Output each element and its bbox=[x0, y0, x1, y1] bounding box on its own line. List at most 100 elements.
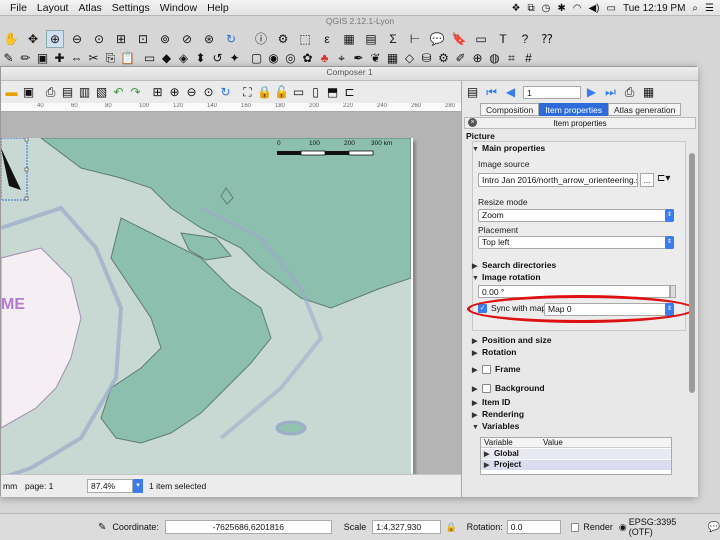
pan-to-selection-icon[interactable]: ✥ bbox=[24, 30, 42, 48]
menu-help[interactable]: Help bbox=[207, 2, 229, 14]
wifi-icon[interactable]: ◠ bbox=[573, 3, 582, 14]
raster-icon[interactable]: ▦ bbox=[385, 49, 400, 67]
export-svg-icon[interactable]: ▥ bbox=[77, 83, 92, 101]
zoom-in-icon[interactable]: ⊕ bbox=[46, 30, 64, 48]
rendering-header[interactable]: ▶ Rendering bbox=[472, 409, 524, 419]
help-icon[interactable]: ? bbox=[516, 30, 534, 48]
lock-icon[interactable]: 🔒 bbox=[257, 83, 272, 101]
export-pdf-icon[interactable]: ▧ bbox=[94, 83, 109, 101]
database-icon[interactable]: ⛁ bbox=[419, 49, 434, 67]
variables-header[interactable]: ▼ Variables bbox=[472, 421, 519, 431]
save-composer-icon[interactable]: ▣ bbox=[21, 83, 36, 101]
undo-icon[interactable]: ↶ bbox=[111, 83, 126, 101]
select-features-icon[interactable]: ⬚ bbox=[296, 30, 314, 48]
frame-checkbox[interactable] bbox=[482, 365, 491, 375]
grass-icon[interactable]: ❦ bbox=[368, 49, 383, 67]
menubar-clock[interactable]: Tue 12:19 PM bbox=[623, 3, 685, 14]
resize-mode-select[interactable]: Zoom ⇕ bbox=[478, 209, 674, 222]
tab-item-properties[interactable]: Item properties bbox=[539, 103, 608, 116]
show-labels-icon[interactable]: ◈ bbox=[176, 49, 191, 67]
zoom-native-icon[interactable]: ⊙ bbox=[90, 30, 108, 48]
new-bookmark-icon[interactable]: 🔖 bbox=[450, 30, 468, 48]
rotation-header[interactable]: ▶ Rotation bbox=[472, 347, 516, 357]
pin-label-icon[interactable]: ◆ bbox=[159, 49, 174, 67]
crs-globe-icon[interactable]: ◉ bbox=[619, 522, 627, 533]
statistics-sum-icon[interactable]: Σ bbox=[384, 30, 402, 48]
open-folder-icon[interactable]: ▬ bbox=[4, 83, 19, 101]
toggle-editing-icon[interactable]: ✏ bbox=[18, 49, 33, 67]
copy-features-icon[interactable]: ⎘ bbox=[103, 49, 118, 67]
messages-icon[interactable]: 💬 bbox=[708, 522, 720, 533]
heatmap-icon[interactable]: ◍ bbox=[487, 49, 502, 67]
crs-status[interactable]: EPSG:3395 (OTF) bbox=[629, 517, 700, 537]
print-icon[interactable]: ⎙ bbox=[43, 83, 58, 101]
coordinate-field[interactable]: -7625686,6201816 bbox=[164, 520, 332, 534]
atlas-first-icon[interactable]: ⏮ bbox=[484, 83, 499, 101]
composer-zoom-out-icon[interactable]: ⊖ bbox=[184, 83, 199, 101]
gps-icon[interactable]: ⌖ bbox=[334, 49, 349, 67]
scale-combo[interactable]: 1:4,327,930 bbox=[372, 520, 442, 534]
dropbox-icon[interactable]: ❖ bbox=[512, 3, 521, 14]
background-header[interactable]: ▶ Background bbox=[472, 383, 545, 394]
add-csw-icon[interactable]: ▢ bbox=[249, 49, 264, 67]
panel-scrollbar[interactable] bbox=[689, 141, 695, 497]
value-column-header[interactable]: Value bbox=[543, 438, 563, 447]
label-icon[interactable]: ▭ bbox=[142, 49, 157, 67]
notification-center-icon[interactable]: ☰ bbox=[705, 3, 714, 14]
action-icon[interactable]: ⚙ bbox=[274, 30, 292, 48]
variables-row-global[interactable]: ▶ Global bbox=[481, 449, 671, 459]
coordinate-toggle-icon[interactable]: ✎ bbox=[98, 522, 106, 533]
text-annotation-icon[interactable]: T bbox=[494, 30, 512, 48]
search-directories-header[interactable]: ▶ Search directories bbox=[472, 260, 556, 270]
identify-icon[interactable]: ⓘ bbox=[252, 30, 270, 48]
item-id-header[interactable]: ▶ Item ID bbox=[472, 397, 510, 407]
attribute-table-icon[interactable]: ▦ bbox=[340, 30, 358, 48]
python-icon[interactable]: ε bbox=[318, 30, 336, 48]
annotation-icon[interactable]: ▭ bbox=[472, 30, 490, 48]
atlas-last-icon[interactable]: ⏭ bbox=[603, 83, 618, 101]
map-tips-icon[interactable]: 💬 bbox=[428, 30, 446, 48]
menu-layout[interactable]: Layout bbox=[37, 2, 69, 14]
composer-refresh-icon[interactable]: ↻ bbox=[218, 83, 233, 101]
menu-file[interactable]: File bbox=[10, 2, 27, 14]
unlock-icon[interactable]: 🔓 bbox=[274, 83, 289, 101]
export-image-icon[interactable]: ▤ bbox=[60, 83, 75, 101]
measure-icon[interactable]: ⊢ bbox=[406, 30, 424, 48]
tab-composition[interactable]: Composition bbox=[480, 103, 540, 116]
zoom-full-icon[interactable]: ⊞ bbox=[112, 30, 130, 48]
canada-plugin-icon[interactable]: ♣ bbox=[317, 49, 332, 67]
pan-hand-icon[interactable]: ✋ bbox=[2, 30, 20, 48]
menu-atlas[interactable]: Atlas bbox=[78, 2, 101, 14]
topology-icon[interactable]: ⌗ bbox=[504, 49, 519, 67]
atlas-page-field[interactable]: 1 bbox=[523, 85, 581, 99]
position-size-header[interactable]: ▶ Position and size bbox=[472, 335, 551, 345]
spotlight-search-icon[interactable]: ⌕ bbox=[692, 3, 698, 14]
sync-icon[interactable]: ⧉ bbox=[527, 3, 534, 14]
move-feature-icon[interactable]: ⇔ bbox=[69, 49, 84, 67]
georeferencer-icon[interactable]: ⊕ bbox=[470, 49, 485, 67]
image-source-field[interactable]: Intro Jan 2016/north_arrow_orienteering.… bbox=[478, 173, 638, 187]
add-wfs-icon[interactable]: ◎ bbox=[283, 49, 298, 67]
atlas-print-icon[interactable]: ⎙ bbox=[622, 83, 637, 101]
zoom-layer-icon[interactable]: ⊚ bbox=[156, 30, 174, 48]
map-rotation-field[interactable]: 0.0 bbox=[506, 520, 561, 534]
scripts-icon[interactable]: ✐ bbox=[453, 49, 468, 67]
composer-zoom-full-icon[interactable]: ⊞ bbox=[150, 83, 165, 101]
current-edits-icon[interactable]: ✎ bbox=[1, 49, 16, 67]
image-rotation-header[interactable]: ▼ Image rotation bbox=[472, 272, 541, 282]
align-left-icon[interactable]: ⊏ bbox=[342, 83, 357, 101]
zoom-combo[interactable]: 87.4% bbox=[87, 479, 133, 493]
atlas-export-icon[interactable]: ▦ bbox=[641, 83, 656, 101]
composer-zoom-in-icon[interactable]: ⊕ bbox=[167, 83, 182, 101]
placement-select[interactable]: Top left ⇕ bbox=[478, 236, 674, 249]
zoom-next-icon[interactable]: ⊛ bbox=[200, 30, 218, 48]
composer-zoom-100-icon[interactable]: ⊙ bbox=[201, 83, 216, 101]
bluetooth-icon[interactable]: ✱ bbox=[557, 3, 565, 14]
vector-icon[interactable]: ◇ bbox=[402, 49, 417, 67]
paste-features-icon[interactable]: 📋 bbox=[120, 49, 135, 67]
background-checkbox[interactable] bbox=[482, 384, 491, 394]
close-icon[interactable]: × bbox=[468, 118, 477, 127]
save-edits-icon[interactable]: ▣ bbox=[35, 49, 50, 67]
processing-icon[interactable]: ⚙ bbox=[436, 49, 451, 67]
rotation-stepper[interactable] bbox=[670, 285, 676, 298]
